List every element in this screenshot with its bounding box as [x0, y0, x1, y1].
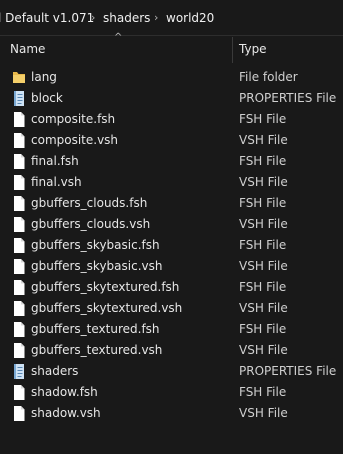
file-type: PROPERTIES File — [239, 91, 337, 105]
file-name: shadow.fsh — [31, 385, 98, 399]
file-row[interactable]: gbuffers_clouds.fsh FSH File — [0, 193, 343, 214]
file-type: File folder — [239, 70, 298, 84]
file-type: PROPERTIES File — [239, 364, 337, 378]
file-type: FSH File — [239, 112, 287, 126]
file-type: FSH File — [239, 280, 287, 294]
file-name: gbuffers_textured.fsh — [31, 322, 160, 336]
file-name: final.vsh — [31, 175, 82, 189]
file-name: gbuffers_skytextured.vsh — [31, 301, 183, 315]
column-header-name[interactable]: Name — [10, 42, 45, 56]
file-name: gbuffers_skybasic.fsh — [31, 238, 160, 252]
column-divider[interactable] — [232, 37, 233, 63]
file-icon — [12, 300, 26, 317]
file-icon — [12, 237, 26, 254]
file-row[interactable]: gbuffers_skytextured.fsh FSH File — [0, 277, 343, 298]
file-row[interactable]: composite.vsh VSH File — [0, 130, 343, 151]
file-row[interactable]: gbuffers_skybasic.fsh FSH File — [0, 235, 343, 256]
file-list: lang File folder block PROPERTIES File compo… — [0, 67, 343, 424]
file-row[interactable]: gbuffers_skybasic.vsh VSH File — [0, 256, 343, 277]
file-icon — [12, 216, 26, 233]
file-type: VSH File — [239, 133, 288, 147]
breadcrumb-item-default[interactable]: l Default v1.071 — [0, 10, 94, 26]
column-header-row — [0, 36, 343, 64]
file-name: composite.vsh — [31, 133, 119, 147]
file-name: gbuffers_skytextured.fsh — [31, 280, 180, 294]
file-type: FSH File — [239, 154, 287, 168]
file-row[interactable]: shadow.vsh VSH File — [0, 403, 343, 424]
file-name: shadow.vsh — [31, 406, 101, 420]
breadcrumb-separator-icon[interactable]: › — [91, 10, 95, 26]
file-row[interactable]: shadow.fsh FSH File — [0, 382, 343, 403]
file-name: composite.fsh — [31, 112, 116, 126]
file-type: FSH File — [239, 196, 287, 210]
breadcrumb-separator-icon[interactable]: › — [154, 10, 158, 26]
breadcrumb-item-shaders[interactable]: shaders — [103, 10, 150, 26]
file-row[interactable]: gbuffers_textured.vsh VSH File — [0, 340, 343, 361]
file-icon — [12, 153, 26, 170]
file-icon — [12, 132, 26, 149]
file-type: FSH File — [239, 238, 287, 252]
file-icon — [12, 384, 26, 401]
file-icon — [12, 258, 26, 275]
breadcrumb-item-world20[interactable]: world20 — [166, 10, 214, 26]
breadcrumb: l Default v1.071 › shaders › world20 — [0, 0, 343, 36]
file-row[interactable]: final.fsh FSH File — [0, 151, 343, 172]
file-icon — [12, 279, 26, 296]
file-type: VSH File — [239, 406, 288, 420]
file-row[interactable]: block PROPERTIES File — [0, 88, 343, 109]
file-row[interactable]: gbuffers_textured.fsh FSH File — [0, 319, 343, 340]
sort-ascending-icon: ^ — [114, 32, 123, 43]
properties-file-icon — [12, 363, 26, 380]
properties-file-icon — [12, 90, 26, 107]
file-icon — [12, 342, 26, 359]
file-icon — [12, 174, 26, 191]
file-name: lang — [31, 70, 57, 84]
file-icon — [12, 321, 26, 338]
folder-icon — [12, 69, 26, 86]
file-type: VSH File — [239, 343, 288, 357]
file-name: block — [31, 91, 63, 105]
file-type: VSH File — [239, 175, 288, 189]
file-name: final.fsh — [31, 154, 79, 168]
file-row[interactable]: lang File folder — [0, 67, 343, 88]
file-name: gbuffers_textured.vsh — [31, 343, 163, 357]
file-row[interactable]: final.vsh VSH File — [0, 172, 343, 193]
file-icon — [12, 405, 26, 422]
file-type: VSH File — [239, 301, 288, 315]
file-row[interactable]: gbuffers_clouds.vsh VSH File — [0, 214, 343, 235]
file-type: FSH File — [239, 322, 287, 336]
file-name: gbuffers_clouds.fsh — [31, 196, 148, 210]
file-type: VSH File — [239, 259, 288, 273]
file-name: gbuffers_skybasic.vsh — [31, 259, 163, 273]
file-icon — [12, 195, 26, 212]
file-name: gbuffers_clouds.vsh — [31, 217, 151, 231]
column-header-type[interactable]: Type — [239, 42, 267, 56]
file-row[interactable]: composite.fsh FSH File — [0, 109, 343, 130]
file-row[interactable]: gbuffers_skytextured.vsh VSH File — [0, 298, 343, 319]
file-name: shaders — [31, 364, 79, 378]
file-type: VSH File — [239, 217, 288, 231]
file-icon — [12, 111, 26, 128]
file-type: FSH File — [239, 385, 287, 399]
file-row[interactable]: shaders PROPERTIES File — [0, 361, 343, 382]
